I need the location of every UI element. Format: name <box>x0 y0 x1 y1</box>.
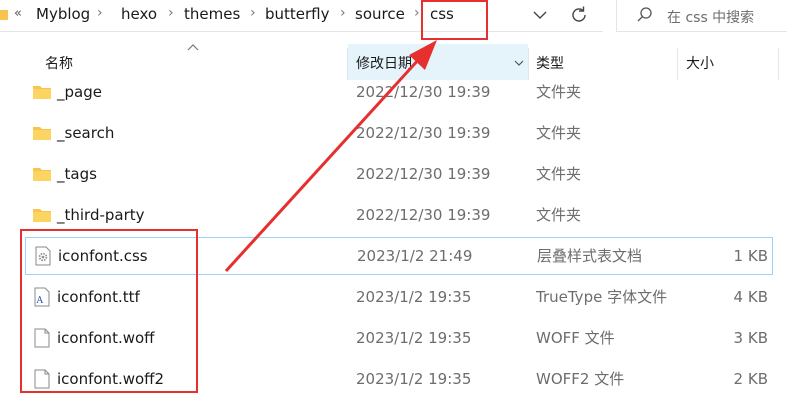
annotation-arrow <box>224 40 437 273</box>
